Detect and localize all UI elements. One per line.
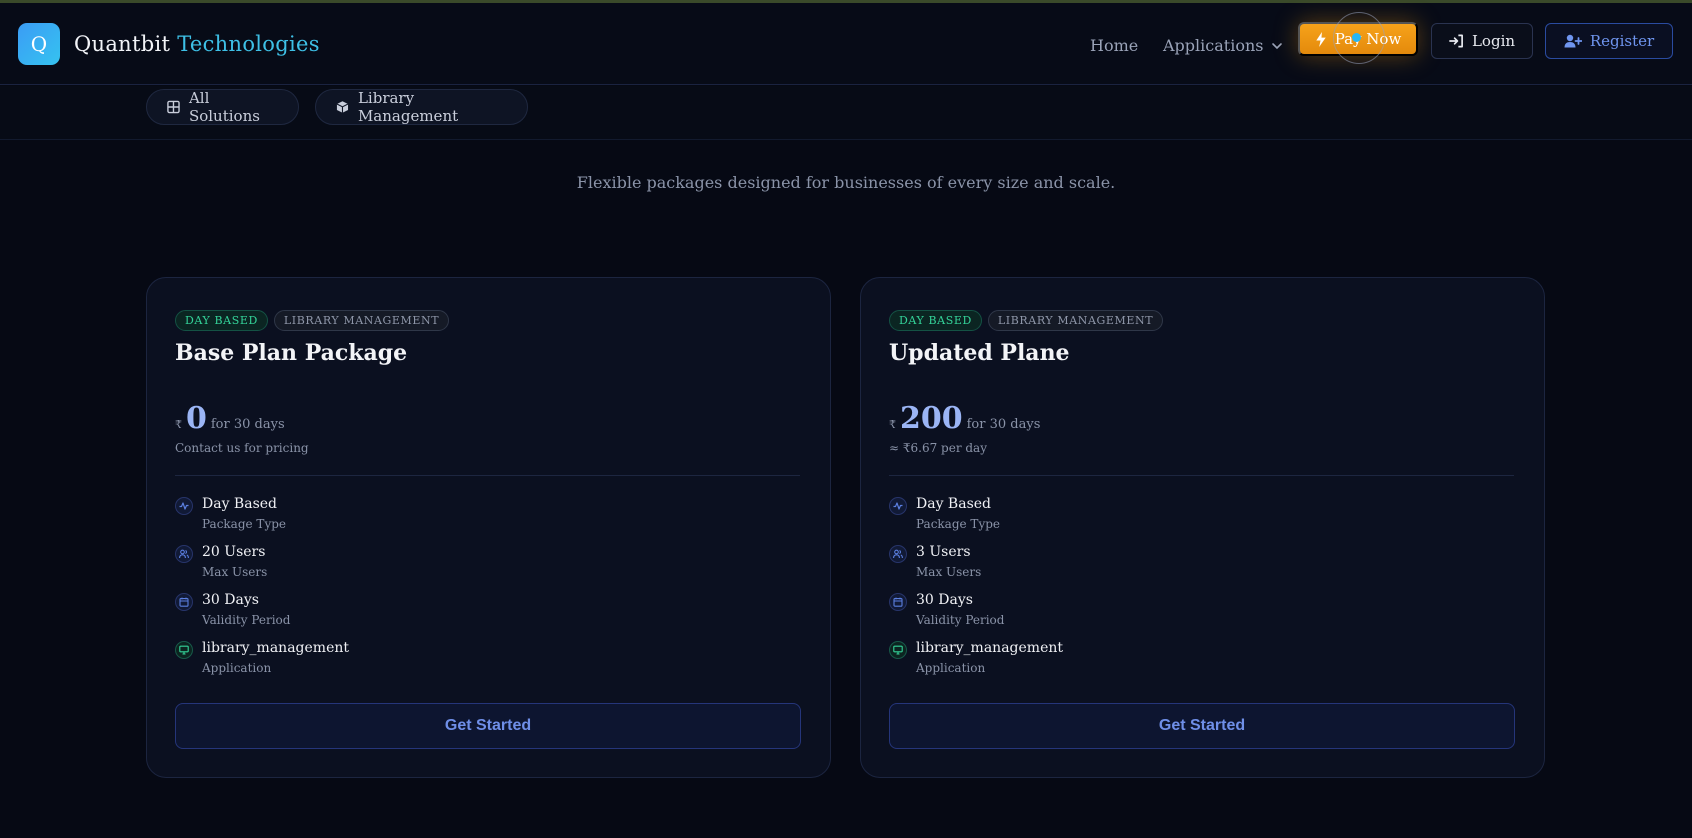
login-button[interactable]: Login xyxy=(1431,23,1533,59)
login-icon xyxy=(1449,34,1463,48)
badge-application: LIBRARY MANAGEMENT xyxy=(273,310,450,331)
badge-day-based: DAY BASED xyxy=(889,310,982,331)
nav-applications-label: Applications xyxy=(1163,36,1264,55)
price-currency: ₹ xyxy=(175,418,182,431)
brand-word-1: Quantbit xyxy=(74,32,171,56)
divider xyxy=(889,475,1514,476)
feature-validity: 30 Days Validity Period xyxy=(889,592,1289,633)
plan-badges: DAY BASED LIBRARY MANAGEMENT xyxy=(175,310,450,331)
activity-icon xyxy=(175,497,193,515)
feature-validity: 30 Days Validity Period xyxy=(175,592,575,633)
lightning-icon xyxy=(1316,31,1326,47)
badge-day-based: DAY BASED xyxy=(175,310,268,331)
brand-name[interactable]: Quantbit Technologies xyxy=(74,32,320,56)
feature-max-users: 20 Users Max Users xyxy=(175,544,575,585)
feature-value: 30 Days xyxy=(202,592,259,608)
feature-label: Package Type xyxy=(202,517,286,531)
badge-application: LIBRARY MANAGEMENT xyxy=(987,310,1164,331)
users-icon xyxy=(889,545,907,563)
library-management-pill[interactable]: Library Management xyxy=(315,89,528,125)
feature-max-users: 3 Users Max Users xyxy=(889,544,1289,585)
plan-price: ₹ 0 for 30 days xyxy=(175,401,285,436)
users-icon xyxy=(175,545,193,563)
price-currency: ₹ xyxy=(889,418,896,431)
plan-card-updated: DAY BASED LIBRARY MANAGEMENT Updated Pla… xyxy=(860,277,1545,778)
register-button[interactable]: Register xyxy=(1545,23,1673,59)
feature-label: Package Type xyxy=(916,517,1000,531)
price-period: for 30 days xyxy=(210,417,285,432)
divider xyxy=(175,475,800,476)
plan-price: ₹ 200 for 30 days xyxy=(889,401,1040,436)
feature-application: library_management Application xyxy=(175,640,575,681)
login-label: Login xyxy=(1471,32,1516,50)
category-bar: All Solutions Library Management xyxy=(0,86,1692,140)
get-started-button[interactable]: Get Started xyxy=(175,703,801,749)
feature-label: Max Users xyxy=(202,565,268,579)
price-note: ≈ ₹6.67 per day xyxy=(889,441,987,455)
all-solutions-pill[interactable]: All Solutions xyxy=(146,89,299,125)
cube-icon xyxy=(336,101,349,113)
plan-card-base: DAY BASED LIBRARY MANAGEMENT Base Plan P… xyxy=(146,277,831,778)
library-management-label: Library Management xyxy=(357,89,459,125)
feature-package-type: Day Based Package Type xyxy=(175,496,575,537)
grid-icon xyxy=(167,100,180,114)
register-label: Register xyxy=(1589,32,1655,50)
price-period: for 30 days xyxy=(966,417,1041,432)
price-amount: 0 xyxy=(186,401,207,436)
feature-value: Day Based xyxy=(202,496,277,512)
feature-value: library_management xyxy=(202,640,349,656)
feature-label: Validity Period xyxy=(916,613,1005,627)
price-note: Contact us for pricing xyxy=(175,441,309,455)
feature-value: Day Based xyxy=(916,496,991,512)
all-solutions-label: All Solutions xyxy=(188,89,260,125)
plan-title: Updated Plane xyxy=(889,340,1070,366)
feature-value: 20 Users xyxy=(202,544,266,560)
monitor-icon xyxy=(175,641,193,659)
activity-icon xyxy=(889,497,907,515)
feature-label: Validity Period xyxy=(202,613,291,627)
calendar-icon xyxy=(889,593,907,611)
monitor-icon xyxy=(889,641,907,659)
plan-title: Base Plan Package xyxy=(175,340,408,366)
logo-icon[interactable]: Q xyxy=(18,23,60,65)
feature-value: 3 Users xyxy=(916,544,971,560)
feature-value: 30 Days xyxy=(916,592,973,608)
price-amount: 200 xyxy=(900,401,963,436)
brand-word-2: Technologies xyxy=(177,32,320,56)
feature-value: library_management xyxy=(916,640,1063,656)
chevron-down-icon xyxy=(1272,42,1283,49)
feature-application: library_management Application xyxy=(889,640,1289,681)
feature-label: Application xyxy=(916,661,986,675)
feature-label: Application xyxy=(202,661,272,675)
user-plus-icon xyxy=(1564,34,1582,48)
cursor-dot xyxy=(1352,33,1361,42)
nav-home-link[interactable]: Home xyxy=(1090,36,1138,55)
nav-applications-dropdown[interactable]: Applications xyxy=(1163,36,1283,55)
page-tagline: Flexible packages designed for businesse… xyxy=(576,173,1116,192)
feature-package-type: Day Based Package Type xyxy=(889,496,1289,537)
get-started-button[interactable]: Get Started xyxy=(889,703,1515,749)
feature-label: Max Users xyxy=(916,565,982,579)
plan-badges: DAY BASED LIBRARY MANAGEMENT xyxy=(889,310,1164,331)
calendar-icon xyxy=(175,593,193,611)
